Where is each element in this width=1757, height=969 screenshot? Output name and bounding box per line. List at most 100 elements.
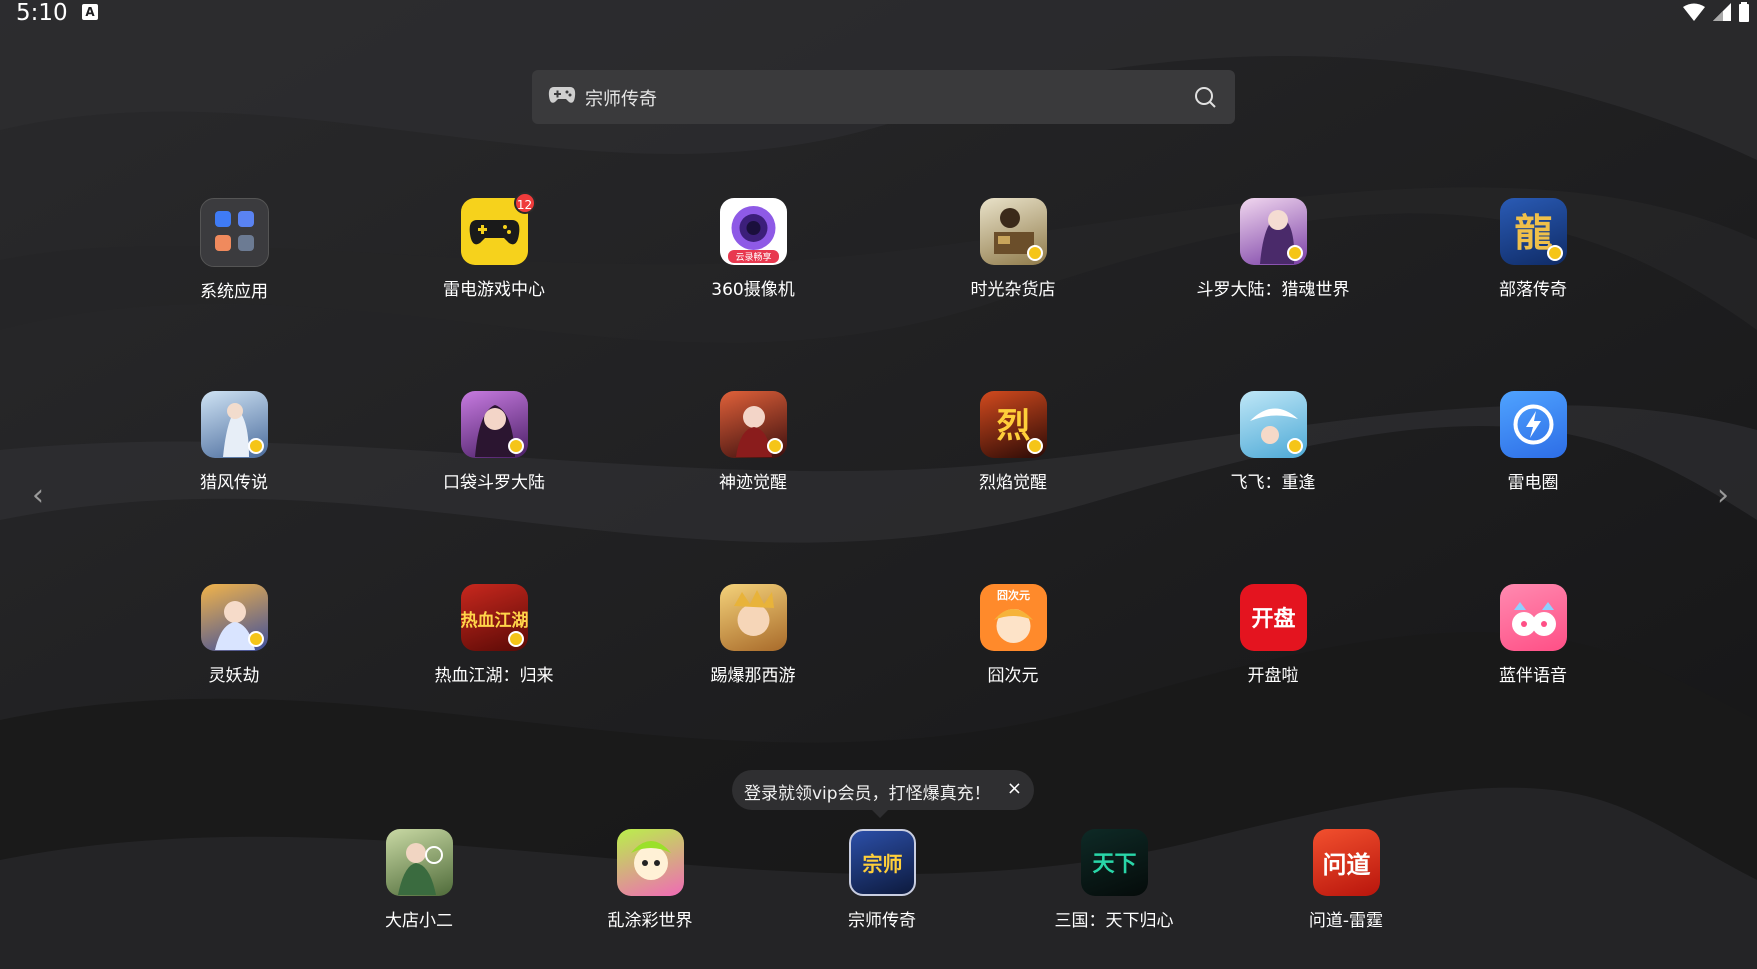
app-liefeng[interactable]: 猎风传说	[134, 391, 334, 493]
status-time: 5:10	[16, 0, 68, 26]
game-icon: 热血江湖	[460, 584, 528, 651]
search-icon[interactable]	[1193, 85, 1217, 109]
app-label: 问道-雷霆	[1308, 911, 1384, 931]
app-label: 宗师传奇	[848, 911, 916, 931]
app-buluo[interactable]: 龍 部落传奇	[1433, 198, 1633, 300]
app-label: 360摄像机	[711, 280, 795, 300]
dock-app-zongshi[interactable]: 宗师 宗师传奇	[782, 829, 982, 931]
p-badge-icon	[766, 438, 783, 454]
app-leidian-quan[interactable]: 雷电圈	[1433, 391, 1633, 493]
game-icon: 烈	[979, 391, 1047, 458]
app-label: 雷电游戏中心	[443, 280, 545, 300]
app-label: 三国：天下归心	[1054, 911, 1174, 931]
icon-glyph: 问道	[1322, 850, 1370, 879]
game-icon	[385, 829, 453, 896]
app-label: 开盘啦	[1247, 666, 1299, 686]
app-feifei[interactable]: 飞飞：重逢	[1173, 391, 1373, 493]
dock-app-dadian[interactable]: 大店小二	[319, 829, 519, 931]
app-label: 斗罗大陆：猎魂世界	[1196, 280, 1350, 300]
close-icon[interactable]: ×	[1007, 778, 1022, 799]
status-icons	[1683, 2, 1749, 22]
p-badge-icon	[507, 438, 524, 454]
app-label: 猎风传说	[200, 473, 268, 493]
battery-icon	[1739, 2, 1749, 22]
app-label: 雷电圈	[1507, 473, 1559, 493]
game-icon: 问道	[1312, 829, 1380, 896]
app-label: 部落传奇	[1499, 280, 1567, 300]
icon-glyph: 开盘	[1251, 606, 1295, 632]
game-icon	[200, 584, 268, 651]
tooltip-pointer	[872, 810, 888, 818]
app-rexue-jianghu[interactable]: 热血江湖 热血江湖：归来	[394, 584, 594, 686]
p-badge-icon	[1286, 438, 1303, 454]
kaipan-icon: 开盘	[1239, 584, 1307, 651]
app-shiguang[interactable]: 时光杂货店	[913, 198, 1113, 300]
folder-icon	[199, 198, 269, 267]
app-leidian-game-center[interactable]: 12 雷电游戏中心	[394, 192, 594, 300]
gamepad-icon	[548, 87, 576, 103]
game-icon	[200, 391, 268, 458]
icon-glyph: 天下	[1092, 851, 1136, 877]
game-icon	[1239, 198, 1307, 265]
p-badge-icon	[1026, 438, 1043, 454]
game-icon: 天下	[1080, 829, 1148, 896]
app-label: 蓝伴语音	[1499, 666, 1567, 686]
app-label: 灵妖劫	[208, 666, 260, 686]
app-label: 飞飞：重逢	[1230, 473, 1316, 493]
app-kaipanla[interactable]: 开盘 开盘啦	[1173, 584, 1373, 686]
next-page-button[interactable]: ›	[1717, 478, 1729, 513]
game-icon: 宗师	[848, 829, 916, 896]
app-label: 时光杂货店	[970, 280, 1056, 300]
prev-page-button[interactable]: ‹	[32, 478, 44, 513]
camera-icon: 云录畅享	[719, 198, 787, 265]
app-label: 大店小二	[385, 911, 453, 931]
promo-tooltip: 登录就领vip会员，打怪爆真充！ ×	[732, 770, 1034, 818]
p-badge-icon	[247, 631, 264, 647]
app-jiongciyuan[interactable]: 囧次元 囧次元	[913, 584, 1113, 686]
app-lanban-voice[interactable]: 蓝伴语音	[1433, 584, 1633, 686]
game-icon	[719, 391, 787, 458]
icon-glyph: 热血江湖	[461, 610, 528, 631]
game-icon	[1239, 391, 1307, 458]
dock-app-wendao[interactable]: 问道 问道-雷霆	[1246, 829, 1446, 931]
app-label: 系统应用	[200, 282, 268, 302]
dock-app-sanguo[interactable]: 天下 三国：天下归心	[1014, 829, 1214, 931]
app-douluo-liehun[interactable]: 斗罗大陆：猎魂世界	[1173, 198, 1373, 300]
status-indicator-icon: A	[82, 4, 98, 20]
app-tibao-xiyou[interactable]: 踢爆那西游	[653, 584, 853, 686]
p-badge-icon	[1026, 245, 1043, 261]
app-lingyao[interactable]: 灵妖劫	[134, 584, 334, 686]
icon-glyph: 烈	[996, 406, 1030, 446]
signal-icon	[1713, 3, 1731, 21]
camera-tag: 云录畅享	[735, 251, 771, 263]
app-koudai-douluo[interactable]: 口袋斗罗大陆	[394, 391, 594, 493]
icon-glyph: 囧次元	[997, 588, 1030, 602]
icon-glyph: 宗师	[862, 852, 902, 876]
tooltip-text: 登录就领vip会员，打怪爆真充！	[744, 784, 991, 804]
dock-app-luantu[interactable]: 乱涂彩世界	[550, 829, 750, 931]
app-360-camera[interactable]: 云录畅享 360摄像机	[653, 198, 853, 300]
anime-icon: 囧次元	[979, 584, 1047, 651]
game-icon: 龍	[1499, 198, 1567, 265]
app-shenji[interactable]: 神迹觉醒	[653, 391, 853, 493]
search-input[interactable]: 宗师传奇	[585, 85, 657, 111]
lightning-icon	[1499, 391, 1567, 458]
game-icon	[719, 584, 787, 651]
wifi-icon	[1683, 3, 1705, 21]
app-label: 烈焰觉醒	[979, 473, 1047, 493]
app-label: 踢爆那西游	[710, 666, 796, 686]
game-icon	[460, 391, 528, 458]
p-badge-icon	[1546, 245, 1563, 261]
app-label: 口袋斗罗大陆	[443, 473, 545, 493]
icon-glyph: 龍	[1514, 210, 1552, 255]
app-lieyan[interactable]: 烈 烈焰觉醒	[913, 391, 1113, 493]
voice-icon	[1499, 584, 1567, 651]
p-badge-icon	[1286, 245, 1303, 261]
gamepad-icon: 12	[460, 192, 536, 265]
search-bar[interactable]: 宗师传奇	[532, 70, 1235, 124]
app-system-apps[interactable]: 系统应用	[134, 198, 334, 302]
p-badge-icon	[247, 438, 264, 454]
notification-badge: 12	[513, 192, 536, 214]
app-label: 热血江湖：归来	[434, 666, 554, 686]
game-icon	[979, 198, 1047, 265]
